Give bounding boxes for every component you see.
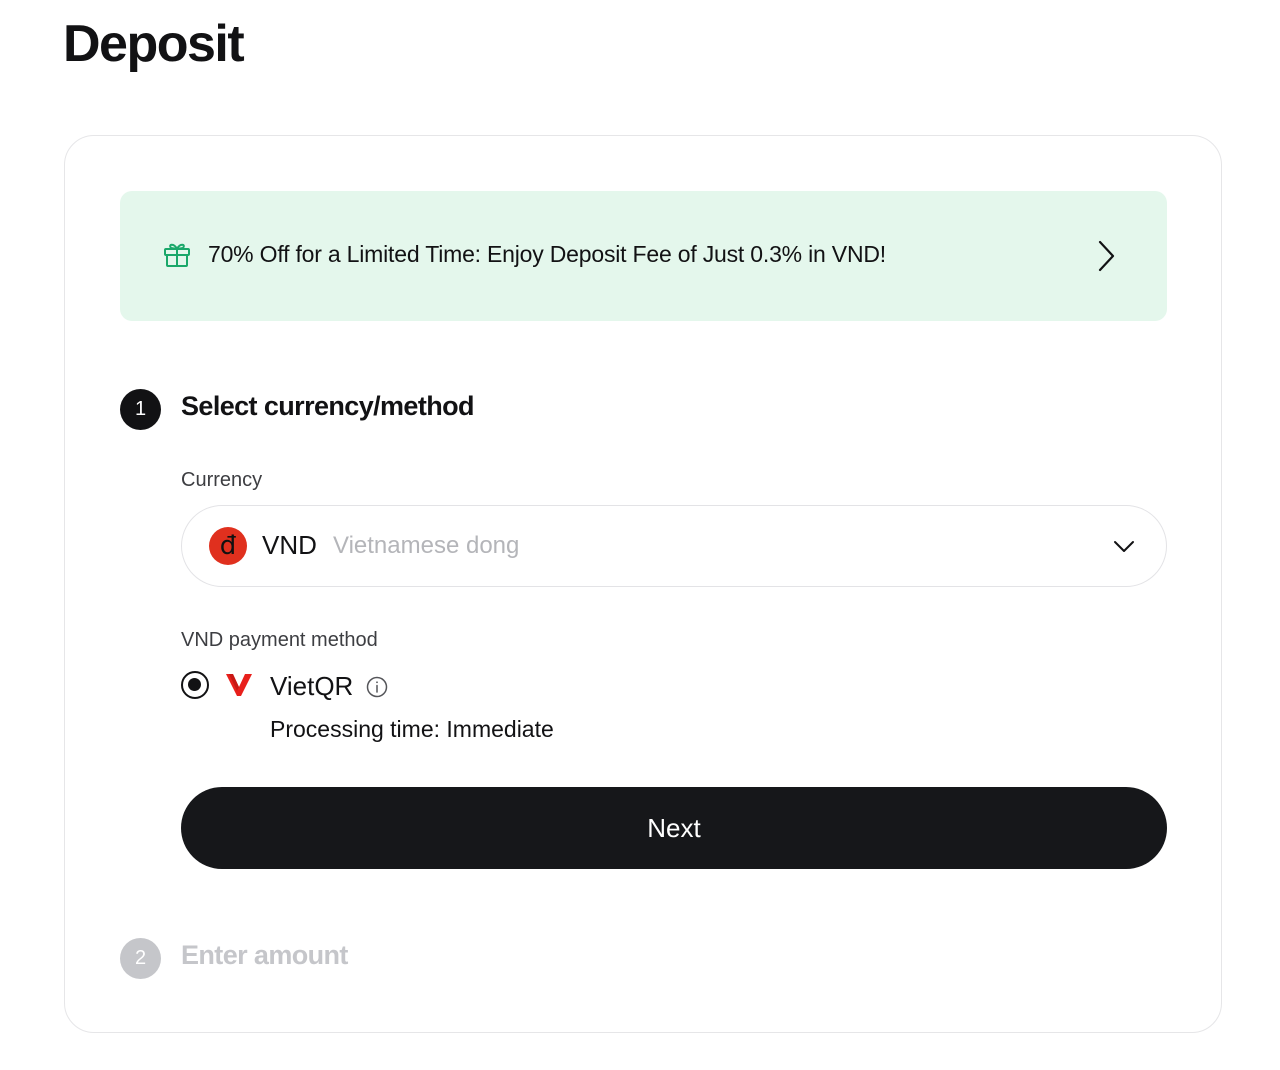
vietqr-logo-icon (226, 674, 252, 696)
step-2-badge: 2 (120, 938, 161, 979)
chevron-down-icon (1114, 541, 1134, 552)
chevron-right-icon[interactable] (1094, 239, 1118, 273)
step-2-title: Enter amount (181, 940, 348, 970)
currency-name: Vietnamese dong (333, 532, 520, 559)
vnd-currency-icon: đ (209, 527, 247, 565)
gift-icon (164, 243, 190, 267)
step-1-badge: 1 (120, 389, 161, 430)
step-1-title: Select currency/method (181, 391, 475, 421)
payment-method-name: VietQR (270, 671, 354, 701)
currency-select[interactable]: đ VND Vietnamese dong (181, 505, 1167, 587)
vietqr-radio[interactable] (181, 671, 209, 699)
promo-banner[interactable]: 70% Off for a Limited Time: Enjoy Deposi… (120, 191, 1167, 321)
radio-selected-dot (188, 678, 201, 691)
next-button[interactable]: Next (181, 787, 1167, 869)
page-title: Deposit (63, 15, 245, 73)
info-icon[interactable] (366, 676, 388, 698)
currency-code: VND (262, 530, 317, 560)
payment-method-label: VND payment method (181, 629, 378, 651)
currency-label: Currency (181, 469, 263, 491)
promo-text: 70% Off for a Limited Time: Enjoy Deposi… (208, 241, 886, 267)
processing-time: Processing time: Immediate (270, 716, 554, 742)
deposit-card: 70% Off for a Limited Time: Enjoy Deposi… (64, 135, 1222, 1033)
